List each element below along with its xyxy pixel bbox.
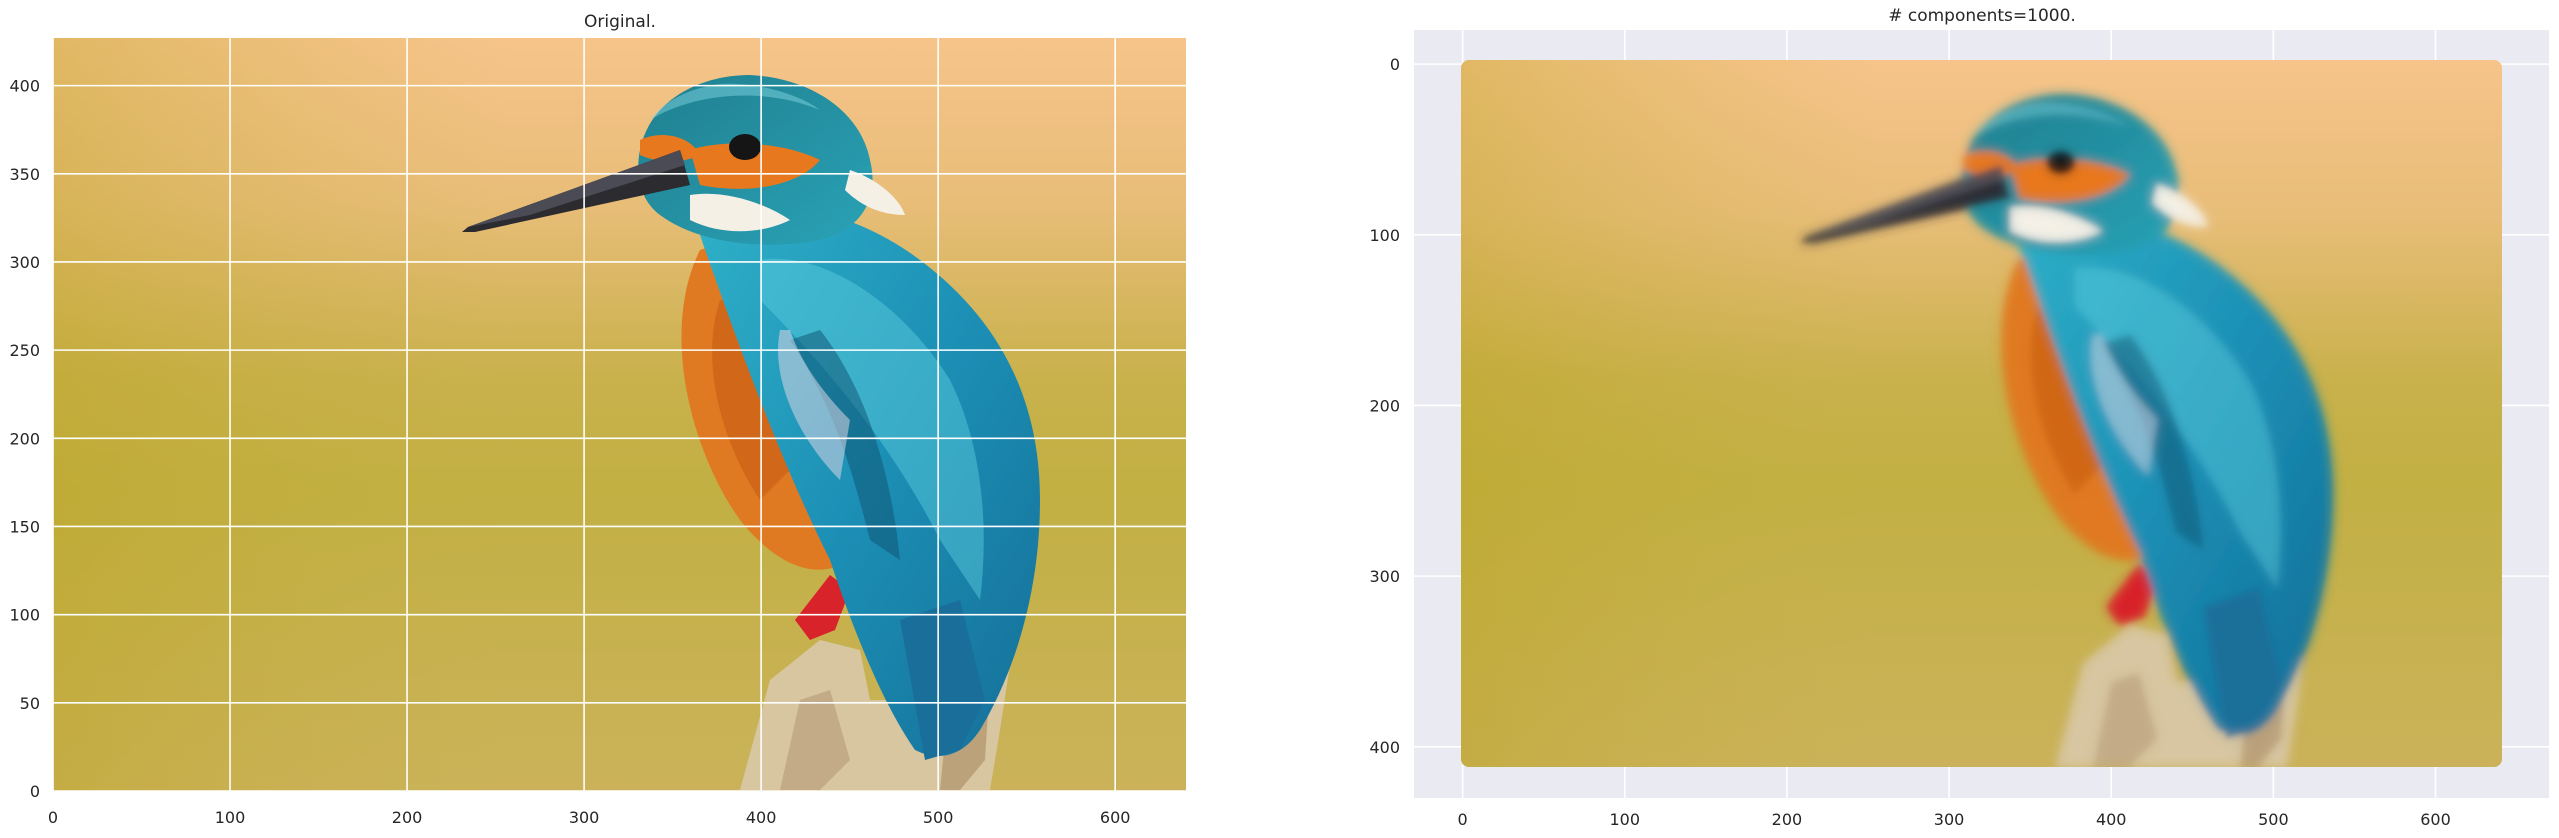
original-y-tick-label: 100 (9, 606, 40, 625)
original-x-tick-label: 400 (746, 808, 777, 827)
reconstruction-x-tick-label: 0 (1458, 810, 1468, 829)
reconstruction-y-tick-label: 100 (1369, 226, 1400, 245)
reconstruction-x-tick-label: 200 (1772, 810, 1803, 829)
panel-original: Original. 0 100 200 300 400 500 600 0 50 100 150 2… (9, 12, 1186, 827)
panel-title-original: Original. (584, 12, 656, 32)
original-y-tick-label: 250 (9, 341, 40, 360)
original-x-tick-label: 300 (569, 808, 600, 827)
x-axis-reconstruction: 0 100 200 300 400 500 600 (1458, 810, 2451, 829)
x-axis-original: 0 100 200 300 400 500 600 (48, 808, 1131, 827)
reconstruction-x-tick-label: 100 (1610, 810, 1641, 829)
original-image (53, 38, 1186, 791)
original-y-tick-label: 350 (9, 165, 40, 184)
original-y-tick-label: 400 (9, 77, 40, 96)
reconstruction-y-tick-label: 200 (1369, 396, 1400, 415)
reconstruction-x-tick-label: 400 (2096, 810, 2127, 829)
original-x-tick-label: 200 (392, 808, 423, 827)
y-axis-original: 0 50 100 150 200 250 300 350 400 (9, 77, 40, 801)
panel-title-reconstruction: # components=1000. (1888, 6, 2076, 26)
reconstruction-x-tick-label: 600 (2420, 810, 2451, 829)
original-y-tick-label: 50 (20, 694, 40, 713)
reconstruction-y-tick-label: 0 (1390, 55, 1400, 74)
original-y-tick-label: 150 (9, 517, 40, 536)
reconstruction-y-tick-label: 300 (1369, 567, 1400, 586)
original-x-tick-label: 600 (1100, 808, 1131, 827)
original-x-tick-label: 500 (923, 808, 954, 827)
panel-reconstruction: # components=1000. 0 100 200 300 400 500 600 0… (1369, 6, 2549, 829)
y-axis-reconstruction: 0 100 200 300 400 (1369, 55, 1400, 757)
original-x-tick-label: 100 (215, 808, 246, 827)
original-y-tick-label: 300 (9, 253, 40, 272)
original-x-tick-label: 0 (48, 808, 58, 827)
reconstruction-x-tick-label: 500 (2258, 810, 2289, 829)
reconstructed-image (1461, 60, 2502, 767)
reconstruction-y-tick-label: 400 (1369, 738, 1400, 757)
original-y-tick-label: 0 (30, 782, 40, 801)
figure: Original. 0 100 200 300 400 500 600 0 50 100 150 2… (9, 6, 2549, 829)
reconstruction-x-tick-label: 300 (1934, 810, 1965, 829)
original-y-tick-label: 200 (9, 429, 40, 448)
